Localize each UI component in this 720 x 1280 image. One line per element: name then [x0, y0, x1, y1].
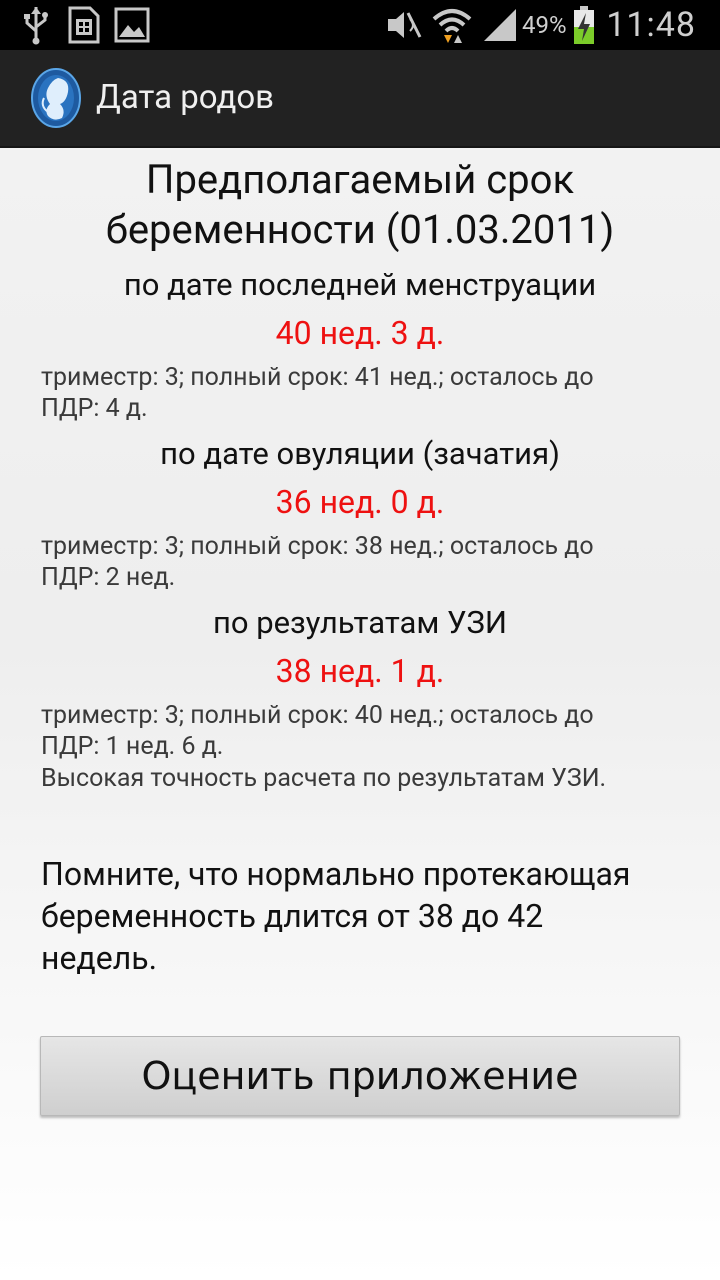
result-ultrasound: 38 нед. 1 д.	[275, 652, 445, 690]
section-subtitle-lmp: по дате последней менструации	[123, 266, 597, 303]
page-title-line1: Предполагаемый срок	[145, 156, 575, 203]
fetus-logo-icon[interactable]	[28, 66, 84, 130]
detail-ovulation-line1: триместр: 3; полный срок: 38 нед.; остал…	[41, 532, 594, 561]
app-title: Дата родов	[96, 78, 275, 117]
rate-app-button[interactable]: Оценить приложение	[40, 1036, 680, 1116]
detail-lmp-line2: ПДР: 4 д.	[41, 394, 148, 423]
page-title-line2: беременности (01.03.2011)	[105, 206, 615, 253]
signal-icon	[482, 0, 518, 50]
detail-lmp-line1: триместр: 3; полный срок: 41 нед.; остал…	[41, 363, 594, 392]
detail-ultrasound-line2: ПДР: 1 нед. 6 д.	[41, 732, 224, 761]
battery-charging-icon	[572, 0, 596, 50]
detail-ultrasound-note: Высокая точность расчета по результатам …	[41, 764, 607, 793]
result-ovulation: 36 нед. 0 д.	[275, 483, 445, 521]
image-icon	[114, 0, 150, 50]
section-subtitle-ovulation: по дате овуляции (зачатия)	[160, 435, 560, 472]
reminder-line1: Помните, что нормально протекающая	[41, 855, 631, 893]
battery-percent: 49%	[522, 11, 567, 39]
clock: 11:48	[606, 5, 696, 45]
sim-card-icon	[66, 0, 102, 50]
status-bar: 49% 11:48	[0, 0, 720, 50]
mute-icon	[384, 0, 424, 50]
reminder-line2: беременность длится от 38 до 42	[41, 897, 544, 935]
reminder-line3: недель.	[41, 939, 158, 977]
result-lmp: 40 нед. 3 д.	[275, 314, 445, 352]
usb-icon	[22, 0, 50, 50]
wifi-icon	[432, 0, 472, 50]
detail-ultrasound-line1: триместр: 3; полный срок: 40 нед.; остал…	[41, 701, 594, 730]
detail-ovulation-line2: ПДР: 2 нед.	[41, 563, 176, 592]
section-subtitle-ultrasound: по результатам УЗИ	[212, 604, 508, 641]
